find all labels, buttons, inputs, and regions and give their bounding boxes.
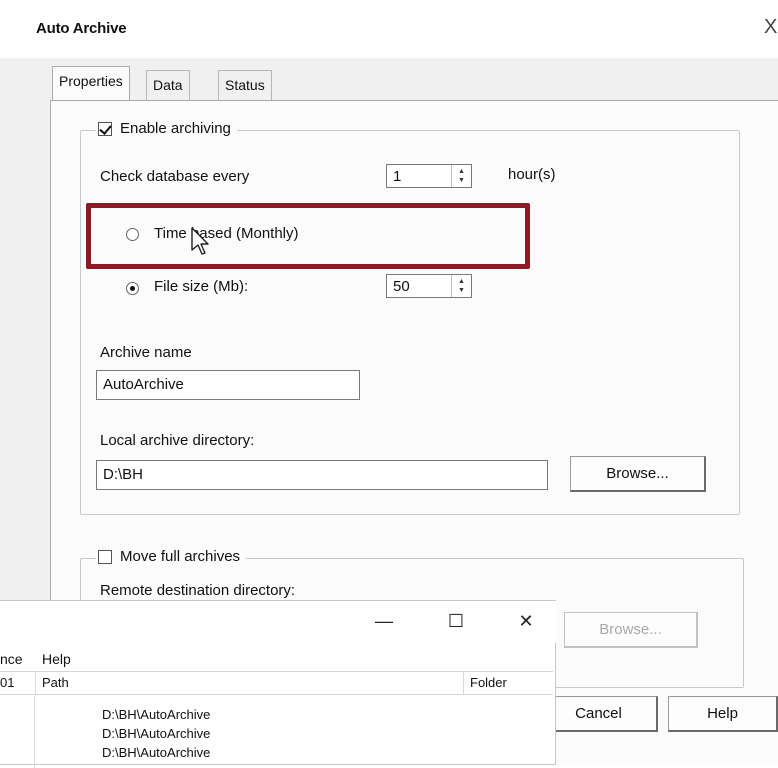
tab-properties[interactable]: Properties — [52, 66, 130, 102]
check-interval-unit: hour(s) — [508, 166, 556, 183]
time-based-highlight-box — [86, 203, 530, 269]
file-size-value: 50 — [393, 277, 410, 295]
check-database-label: Check database every — [100, 168, 250, 185]
remote-browse-button[interactable]: Browse... — [564, 612, 698, 648]
menu-item-help[interactable]: Help — [42, 651, 71, 667]
spin-down-icon[interactable]: ▼ — [458, 176, 465, 185]
dialog-titlebar: Auto Archive X — [0, 0, 778, 58]
column-header-path[interactable]: Path — [36, 672, 464, 694]
maximize-icon[interactable]: ☐ — [436, 607, 476, 635]
local-dir-label: Local archive directory: — [100, 432, 255, 449]
dialog-close-icon[interactable]: X — [764, 16, 777, 39]
column-header-id[interactable]: 01 — [0, 672, 36, 694]
remote-dir-label: Remote destination directory: — [100, 582, 296, 599]
arrow-cursor-icon — [191, 227, 209, 255]
minimize-icon[interactable]: — — [364, 607, 404, 635]
archive-name-input[interactable]: AutoArchive — [96, 370, 360, 400]
move-full-archives-checkbox[interactable] — [98, 549, 112, 564]
local-dir-input[interactable]: D:\BH — [96, 460, 548, 490]
local-browse-button[interactable]: Browse... — [570, 456, 706, 492]
cancel-button[interactable]: Cancel — [540, 696, 658, 732]
close-icon[interactable]: ✕ — [506, 607, 546, 635]
column-divider — [0, 696, 35, 768]
list-item[interactable]: D:\BH\AutoArchive — [102, 745, 210, 760]
enable-archiving-checkbox[interactable] — [98, 121, 112, 136]
explorer-titlebar: — ☐ ✕ — [0, 601, 556, 643]
enable-archiving-label: Enable archiving — [120, 120, 231, 137]
menu-item-partial[interactable]: nce — [0, 651, 23, 667]
enable-archiving-checkbox-row[interactable]: Enable archiving — [96, 120, 237, 137]
explorer-window: — ☐ ✕ nce Help 01 Path Folder D:\BH\Auto… — [0, 600, 556, 768]
tab-data[interactable]: Data — [146, 70, 190, 100]
tab-status[interactable]: Status — [218, 70, 272, 100]
check-interval-arrows[interactable]: ▲ ▼ — [451, 165, 471, 187]
file-size-stepper[interactable]: 50 ▲ ▼ — [386, 274, 472, 298]
spin-up-icon[interactable]: ▲ — [458, 167, 465, 176]
move-full-archives-row[interactable]: Move full archives — [96, 548, 247, 565]
help-button[interactable]: Help — [668, 696, 778, 732]
check-interval-stepper[interactable]: 1 ▲ ▼ — [386, 164, 472, 188]
list-item[interactable]: D:\BH\AutoArchive — [102, 707, 210, 722]
spin-down-icon[interactable]: ▼ — [458, 286, 465, 295]
file-size-radio[interactable] — [126, 282, 139, 295]
file-size-label: File size (Mb): — [154, 278, 249, 295]
list-item[interactable]: D:\BH\AutoArchive — [102, 726, 210, 741]
archive-name-label: Archive name — [100, 344, 192, 361]
check-interval-value: 1 — [393, 167, 402, 185]
spin-up-icon[interactable]: ▲ — [458, 277, 465, 286]
explorer-column-header: 01 Path Folder — [0, 671, 553, 695]
move-full-archives-label: Move full archives — [120, 548, 241, 565]
explorer-menu-bar: nce Help — [0, 647, 556, 671]
column-header-folder[interactable]: Folder — [464, 672, 553, 694]
file-size-arrows[interactable]: ▲ ▼ — [451, 275, 471, 297]
dialog-title: Auto Archive — [36, 20, 127, 37]
